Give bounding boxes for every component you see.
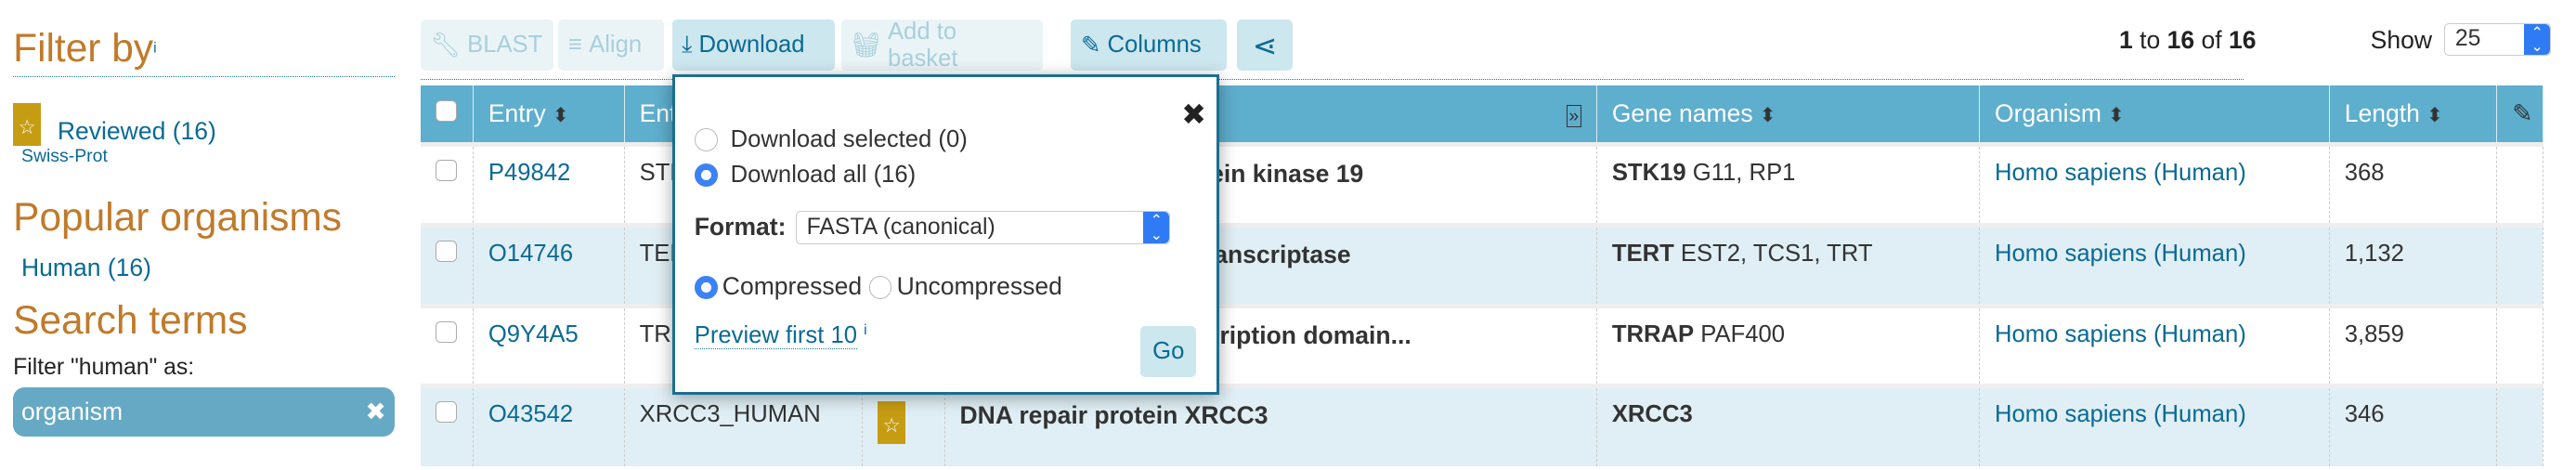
gene-others: EST2, TCS1, TRT [1680, 240, 1873, 267]
table-row: O43542 XRCC3_HUMAN ☆ DNA repair protein … [420, 384, 2543, 467]
length: 3,859 [2329, 303, 2498, 386]
reviewed-star-icon: ☆ [13, 103, 42, 147]
organism-link[interactable]: Homo sapiens (Human) [1995, 241, 2246, 267]
pagination-info: 1 to 16 of 16 [2119, 26, 2257, 55]
gene-others: G11, RP1 [1692, 160, 1796, 187]
radio-selected[interactable] [694, 163, 718, 188]
basket-icon: 🧺︎ [851, 32, 881, 59]
uncompressed-option[interactable]: Uncompressed [868, 272, 1062, 300]
gene-primary: TERT [1611, 240, 1674, 267]
go-button[interactable]: Go [1140, 326, 1197, 378]
download-selected-option[interactable]: Download selected (0) [694, 126, 1197, 153]
organism-link[interactable]: Homo sapiens (Human) [1995, 160, 2246, 186]
row-checkbox[interactable] [435, 401, 457, 424]
length-header[interactable]: Length ⬍ [2329, 85, 2498, 145]
organism-chip[interactable]: organism ✖ [13, 386, 395, 437]
entry-header[interactable]: Entry ⬍ [473, 85, 625, 145]
expand-column-icon[interactable]: » [1566, 105, 1581, 128]
gene-primary: XRCC3 [1611, 401, 1693, 428]
info-icon[interactable]: i [153, 41, 157, 57]
protein-name: DNA repair protein XRCC3 [944, 384, 1597, 467]
gene-primary: STK19 [1611, 160, 1686, 187]
pencil-icon: ✎ [1080, 32, 1101, 59]
organism-header[interactable]: Organism ⬍ [1979, 85, 2330, 145]
entry-link[interactable]: P49842 [488, 160, 570, 186]
preview-link[interactable]: Preview first 10 [694, 322, 857, 350]
reviewed-star-icon: ☆ [878, 401, 906, 445]
length: 1,132 [2329, 222, 2498, 306]
download-all-option[interactable]: Download all (16) [694, 162, 1197, 189]
row-checkbox[interactable] [435, 160, 457, 182]
radio[interactable] [694, 128, 718, 152]
row-checkbox[interactable] [435, 240, 457, 262]
row-checkbox[interactable] [435, 320, 457, 343]
download-popup: ✖ Download selected (0) Download all (16… [671, 73, 1219, 395]
sort-icon: ⬍ [2107, 105, 2125, 127]
close-icon[interactable]: ✖ [365, 398, 385, 426]
columns-button[interactable]: ✎ Columns [1071, 20, 1228, 72]
select-all-checkbox[interactable] [435, 100, 457, 123]
organism-link[interactable]: Homo sapiens (Human) [1995, 321, 2246, 347]
blast-button[interactable]: 🔧︎ BLAST [420, 20, 554, 72]
edit-columns-icon[interactable]: ✎ [2496, 85, 2543, 145]
filter-heading: Filter byi [13, 0, 395, 78]
gene-primary: TRRAP [1611, 320, 1695, 347]
length: 368 [2329, 142, 2498, 226]
sort-icon: ⬍ [2426, 105, 2443, 127]
download-button[interactable]: ⤓ Download [671, 20, 835, 72]
share-button[interactable]: ⋖ [1237, 20, 1294, 72]
human-filter[interactable]: Human (16) [21, 254, 395, 282]
entry-name: XRCC3_HUMAN [624, 384, 864, 467]
select-arrows-icon: ⌃ ⌄ [1143, 212, 1170, 243]
sort-icon: ⬍ [552, 105, 569, 127]
wrench-icon: 🔧︎ [430, 32, 462, 59]
compressed-option[interactable]: Compressed [694, 272, 862, 300]
sort-icon: ⬍ [1759, 105, 1776, 127]
close-icon[interactable]: ✖ [1181, 97, 1206, 132]
entry-link[interactable]: O43542 [488, 401, 573, 427]
align-button[interactable]: ≡ Align [558, 20, 664, 72]
align-icon: ≡ [568, 32, 583, 59]
page: Filter byi ☆ Reviewed (16) Swiss-Prot Po… [0, 0, 2576, 470]
select-all-header [420, 85, 474, 145]
page-size-select[interactable]: 25 ⌃ ⌄ [2444, 22, 2552, 57]
share-icon: ⋖ [1252, 28, 1278, 62]
sidebar: Filter byi ☆ Reviewed (16) Swiss-Prot Po… [13, 0, 395, 437]
info-icon[interactable]: i [864, 322, 867, 338]
select-arrows-icon: ⌃ ⌄ [2523, 23, 2551, 56]
length: 346 [2329, 384, 2498, 467]
entry-link[interactable]: Q9Y4A5 [488, 321, 579, 347]
add-to-basket-button[interactable]: 🧺︎ Add to basket [840, 19, 1044, 72]
organism-link[interactable]: Homo sapiens (Human) [1995, 401, 2246, 427]
reviewed-filter[interactable]: ☆ Reviewed (16) [13, 103, 394, 147]
format-select[interactable]: FASTA (canonical) ⌃ ⌄ [796, 211, 1171, 244]
gene-names-header[interactable]: Gene names ⬍ [1596, 85, 1981, 145]
gene-others: PAF400 [1700, 320, 1786, 347]
download-icon: ⤓ [682, 31, 693, 58]
entry-link[interactable]: O14746 [488, 241, 573, 267]
